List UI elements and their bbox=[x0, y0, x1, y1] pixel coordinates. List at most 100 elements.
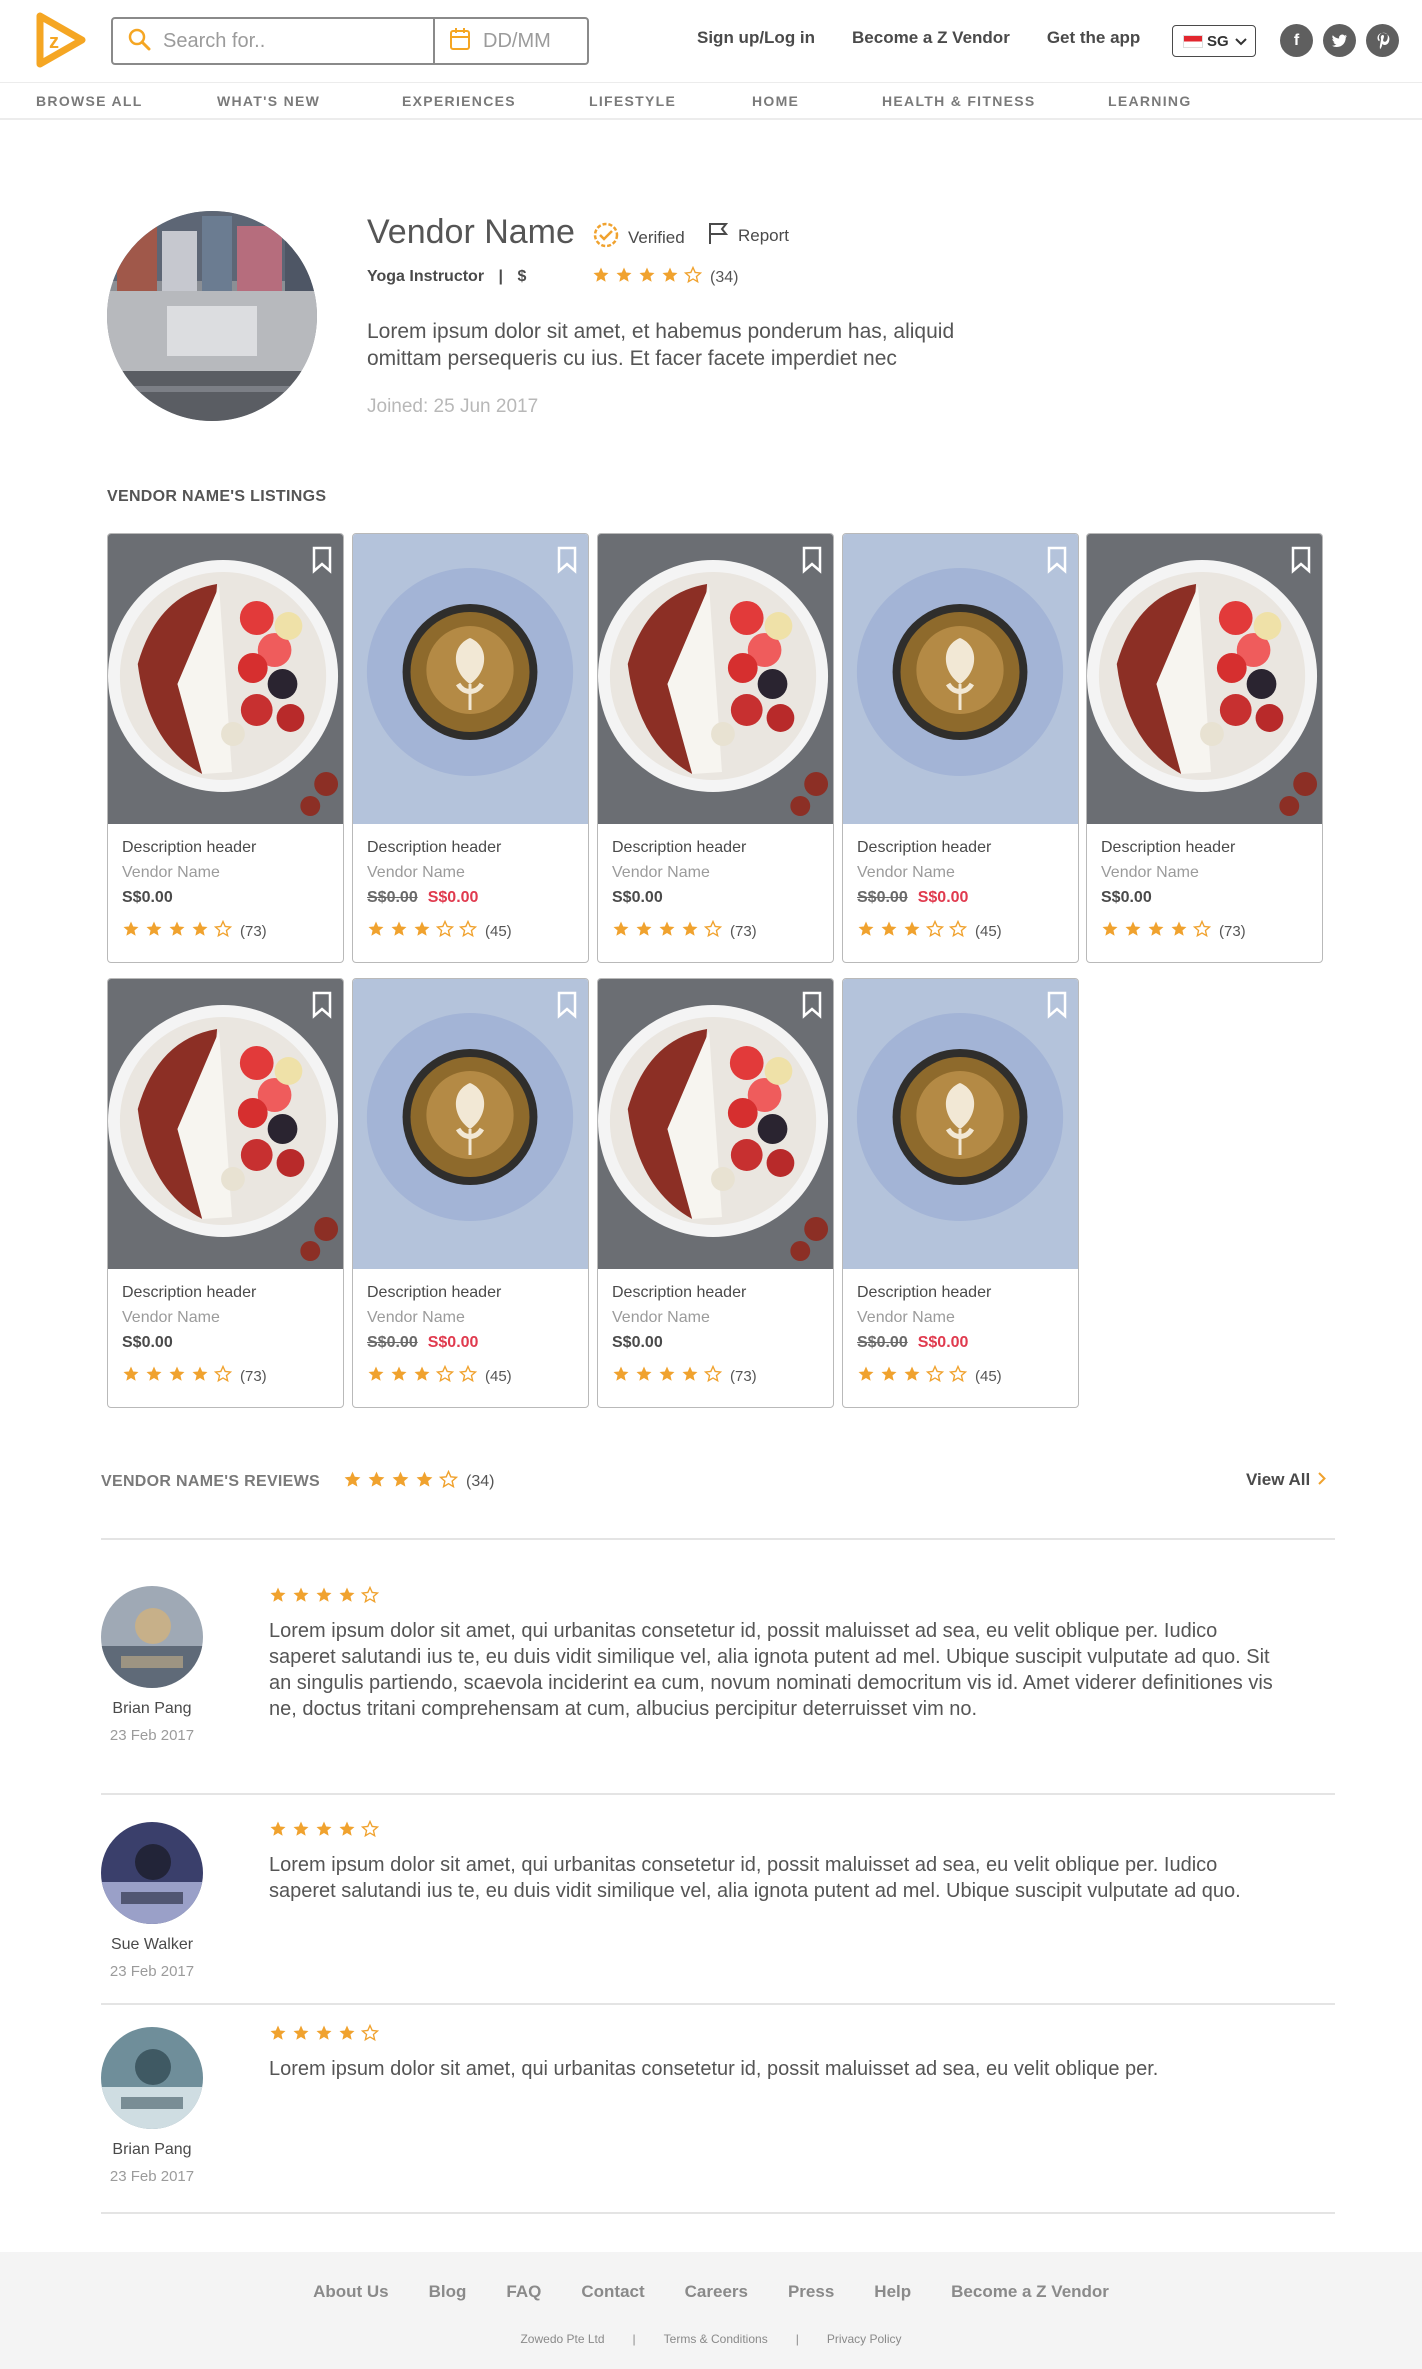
listing-card[interactable]: Description header Vendor Name S$0.00 (7… bbox=[107, 978, 344, 1408]
category-nav: BROWSE ALL WHAT'S NEW EXPERIENCES LIFEST… bbox=[0, 82, 1422, 120]
review-text: Lorem ipsum dolor sit amet, qui urbanita… bbox=[269, 1620, 1273, 1720]
listing-title: Description header bbox=[857, 839, 992, 856]
category-browse-all[interactable]: BROWSE ALL bbox=[36, 93, 143, 109]
search-bar: Search for.. DD/MM bbox=[111, 17, 589, 65]
star-empty-icon bbox=[1192, 919, 1216, 942]
bookmark-icon[interactable] bbox=[1290, 546, 1312, 574]
star-filled-icon bbox=[413, 1365, 436, 1387]
star-filled-icon bbox=[343, 1470, 367, 1494]
category-health-fitness[interactable]: HEALTH & FITNESS bbox=[882, 93, 1036, 109]
listing-rating: (73) bbox=[612, 1364, 757, 1387]
category-experiences[interactable]: EXPERIENCES bbox=[402, 93, 516, 109]
search-icon bbox=[127, 27, 151, 56]
listing-rating-count: (73) bbox=[240, 1367, 267, 1385]
listing-card[interactable]: Description header Vendor Name S$0.00 (7… bbox=[597, 978, 834, 1408]
become-vendor-link[interactable]: Become a Z Vendor bbox=[852, 28, 1010, 48]
report-button[interactable]: Report bbox=[707, 221, 789, 250]
review-date: 23 Feb 2017 bbox=[109, 2168, 195, 2185]
date-input[interactable]: DD/MM bbox=[435, 19, 587, 63]
footer-careers-link[interactable]: Careers bbox=[685, 2282, 748, 2302]
get-app-link[interactable]: Get the app bbox=[1047, 28, 1141, 48]
star-filled-icon bbox=[338, 1586, 361, 1609]
star-rating bbox=[367, 919, 482, 942]
star-rating bbox=[269, 1585, 384, 1609]
footer-blog-link[interactable]: Blog bbox=[429, 2282, 467, 2302]
star-filled-icon bbox=[857, 1365, 880, 1387]
view-all-link[interactable]: View All bbox=[1246, 1470, 1327, 1490]
listing-card[interactable]: Description header Vendor Name S$0.00 (7… bbox=[107, 533, 344, 963]
divider bbox=[101, 2212, 1335, 2214]
star-rating bbox=[269, 1819, 384, 1843]
star-filled-icon bbox=[315, 1820, 338, 1843]
footer-press-link[interactable]: Press bbox=[788, 2282, 834, 2302]
footer-about-link[interactable]: About Us bbox=[313, 2282, 389, 2302]
star-filled-icon bbox=[168, 920, 191, 942]
bookmark-icon[interactable] bbox=[311, 546, 333, 574]
listing-title: Description header bbox=[612, 839, 747, 856]
listing-prices: S$0.00 S$0.00 bbox=[367, 889, 478, 907]
star-empty-icon bbox=[458, 919, 482, 942]
original-price: S$0.00 bbox=[857, 889, 908, 906]
star-filled-icon bbox=[638, 266, 661, 289]
footer-faq-link[interactable]: FAQ bbox=[506, 2282, 541, 2302]
star-filled-icon bbox=[145, 920, 168, 942]
bookmark-icon[interactable] bbox=[556, 546, 578, 574]
category-whats-new[interactable]: WHAT'S NEW bbox=[217, 93, 320, 109]
search-input[interactable]: Search for.. bbox=[113, 19, 435, 63]
listing-card[interactable]: Description header Vendor Name S$0.00 S$0… bbox=[352, 978, 589, 1408]
star-filled-icon bbox=[367, 920, 390, 942]
category-lifestyle[interactable]: LIFESTYLE bbox=[589, 93, 676, 109]
star-rating bbox=[367, 1364, 482, 1387]
top-bar: z Search for.. DD/MM Sign up/Log in Beco… bbox=[0, 0, 1422, 80]
category-home[interactable]: HOME bbox=[752, 93, 799, 109]
bookmark-icon[interactable] bbox=[801, 546, 823, 574]
star-filled-icon bbox=[1147, 920, 1170, 942]
bookmark-icon[interactable] bbox=[311, 991, 333, 1019]
category-learning[interactable]: LEARNING bbox=[1108, 93, 1192, 109]
bookmark-icon[interactable] bbox=[556, 991, 578, 1019]
listing-prices: S$0.00 S$0.00 bbox=[857, 889, 968, 907]
review-date: 23 Feb 2017 bbox=[109, 1963, 195, 1980]
bookmark-icon[interactable] bbox=[1046, 991, 1068, 1019]
listing-prices: S$0.00 S$0.00 bbox=[857, 1334, 968, 1352]
star-empty-icon bbox=[948, 919, 972, 942]
review-text: Lorem ipsum dolor sit amet, qui urbanita… bbox=[269, 1854, 1241, 1902]
listing-card[interactable]: Description header Vendor Name S$0.00 (7… bbox=[1086, 533, 1323, 963]
listing-prices: S$0.00 bbox=[1101, 889, 1152, 907]
listing-rating: (73) bbox=[1101, 919, 1246, 942]
star-filled-icon bbox=[390, 920, 413, 942]
listing-rating-count: (73) bbox=[1219, 922, 1246, 940]
footer-contact-link[interactable]: Contact bbox=[581, 2282, 644, 2302]
listing-card[interactable]: Description header Vendor Name S$0.00 S$0… bbox=[842, 533, 1079, 963]
listing-card[interactable]: Description header Vendor Name S$0.00 S$0… bbox=[352, 533, 589, 963]
listing-price: S$0.00 bbox=[122, 1334, 173, 1351]
svg-text:z: z bbox=[49, 31, 59, 53]
country-select[interactable]: SG bbox=[1172, 25, 1256, 57]
bookmark-icon[interactable] bbox=[801, 991, 823, 1019]
listing-title: Description header bbox=[857, 1284, 992, 1301]
footer-become-vendor-link[interactable]: Become a Z Vendor bbox=[951, 2282, 1109, 2302]
listing-card[interactable]: Description header Vendor Name S$0.00 (7… bbox=[597, 533, 834, 963]
calendar-icon bbox=[449, 27, 471, 56]
view-all-label: View All bbox=[1246, 1470, 1311, 1489]
facebook-icon[interactable]: f bbox=[1280, 24, 1313, 57]
listing-vendor: Vendor Name bbox=[122, 1309, 220, 1326]
zowedo-logo-icon[interactable]: z bbox=[32, 12, 86, 68]
listing-card[interactable]: Description header Vendor Name S$0.00 S$0… bbox=[842, 978, 1079, 1408]
terms-link[interactable]: Terms & Conditions bbox=[664, 2332, 768, 2346]
login-link[interactable]: Sign up/Log in bbox=[697, 28, 815, 48]
star-rating bbox=[857, 919, 972, 942]
listing-price: S$0.00 bbox=[1101, 889, 1152, 906]
privacy-link[interactable]: Privacy Policy bbox=[827, 2332, 902, 2346]
footer-help-link[interactable]: Help bbox=[874, 2282, 911, 2302]
listing-rating: (73) bbox=[612, 919, 757, 942]
twitter-icon[interactable] bbox=[1323, 24, 1356, 57]
listing-image bbox=[843, 534, 1078, 824]
listing-title: Description header bbox=[122, 1284, 257, 1301]
bookmark-icon[interactable] bbox=[1046, 546, 1068, 574]
pinterest-icon[interactable] bbox=[1366, 24, 1399, 57]
listing-prices: S$0.00 bbox=[612, 1334, 663, 1352]
vendor-price-level: $ bbox=[517, 268, 527, 285]
listing-vendor: Vendor Name bbox=[367, 864, 465, 881]
footer-legal: Zowedo Pte Ltd | Terms & Conditions | Pr… bbox=[0, 2332, 1422, 2346]
